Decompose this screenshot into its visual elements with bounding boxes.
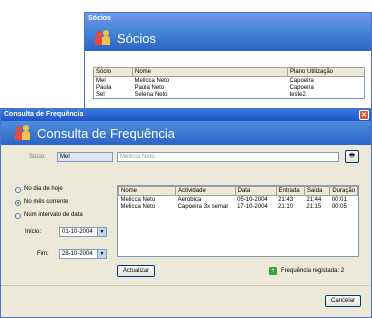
socios-window-title: Sócios [88,15,111,22]
col-plano[interactable]: Plano Utilização [287,67,365,77]
table-row[interactable]: Mel Melicca Neto Capoeira [94,77,365,85]
col-nome[interactable]: Nome [117,186,177,196]
people-icon [95,30,111,46]
fim-date-picker[interactable]: 28-10-2004 ▼ [59,249,107,259]
col-duracao[interactable]: Duração [329,186,358,196]
inicio-label: Início: [25,229,42,235]
chevron-down-icon[interactable]: ▼ [97,228,106,236]
frequencia-window-title: Consulta de Frequência [4,111,84,118]
cell-entrada: 21:10 [278,203,294,210]
cell-duracao: 00:01 [331,196,347,203]
col-nome[interactable]: Nome [132,67,288,77]
col-entrada[interactable]: Entrada [275,186,305,196]
frequencia-header-title: Consulta de Frequência [37,126,176,141]
socios-titlebar: Sócios [85,13,371,25]
cell-nome: Melicca Neto [120,196,156,203]
cell-socio: Paula [96,84,112,91]
cancel-button[interactable]: Cancelar [325,295,361,307]
cell-saida: 21:15 [306,203,322,210]
socios-window: Sócios Sócios Sócio Nome Plano Utilizaçã… [84,12,372,122]
radio-intervalo[interactable] [15,213,21,219]
socio-code-field[interactable]: Mel [57,152,113,162]
frequencia-status: Frequência registada: 2 [281,268,345,274]
footer-divider [1,285,371,286]
socio-name-field: Melicca Neto [117,152,339,162]
socios-table: Sócio Nome Plano Utilização Mel Melicca … [93,67,365,99]
cell-actividade: Aeróbica [177,196,202,203]
frequencia-window: Consulta de Frequência ✕ Consulta de Fre… [0,108,372,318]
cell-nome: Paula Neto [134,84,165,91]
print-button[interactable]: 🖶 [345,150,359,163]
status-ok-icon: + [269,267,277,275]
frequencia-table-header: Nome Actividade Data Entrada Saída Duraç… [117,186,358,196]
cell-nome: Selena Neto [134,91,168,98]
option-intervalo-label: Num intervalo de data [24,212,83,218]
radio-mes-corrente[interactable] [15,200,21,206]
table-row[interactable]: Melicca Neto Capoeira 3x semar 17-10-200… [119,203,358,210]
cell-data: 17-10-2004 [237,203,268,210]
option-hoje-label: No dia de hoje [24,186,63,192]
cell-saida: 21:44 [306,196,322,203]
option-mes-label: No mês corrente [24,199,69,205]
cell-socio: Sel [96,91,105,98]
col-saida[interactable]: Saída [303,186,331,196]
socios-table-header: Sócio Nome Plano Utilização [93,67,365,77]
cell-nome: Melicca Neto [120,203,156,210]
table-row[interactable]: Melicca Neto Aeróbica 05-10-2004 21:43 2… [119,196,358,204]
cell-plano: Capoeira [289,77,314,84]
fim-date-value: 28-10-2004 [62,251,93,257]
cell-socio: Mel [96,77,106,84]
frequencia-table: Nome Actividade Data Entrada Saída Duraç… [117,186,358,210]
col-actividade[interactable]: Actividade [175,186,236,196]
socio-label: Sócio: [29,154,46,160]
frequencia-titlebar: Consulta de Frequência ✕ [1,109,371,121]
people-icon [15,125,31,141]
cell-plano: teste2 [289,91,306,98]
col-data[interactable]: Data [234,186,277,196]
printer-icon: 🖶 [349,153,355,159]
cell-entrada: 21:43 [278,196,294,203]
cell-data: 05-10-2004 [237,196,268,203]
chevron-down-icon[interactable]: ▼ [97,250,106,258]
cell-actividade: Capoeira 3x semar [177,203,229,210]
inicio-date-picker[interactable]: 01-10-2004 ▼ [59,227,107,237]
table-row[interactable]: Sel Selena Neto teste2 [94,91,365,99]
fim-label: Fim: [37,251,49,257]
cell-nome: Melicca Neto [134,77,170,84]
col-socio[interactable]: Sócio [93,67,133,77]
cell-duracao: 00:05 [331,203,347,210]
cell-plano: Capoeira [289,84,314,91]
socios-header: Sócios [85,25,371,51]
inicio-date-value: 01-10-2004 [62,229,93,235]
radio-hoje[interactable] [15,187,21,193]
frequencia-header: Consulta de Frequência [1,121,371,145]
socios-header-title: Sócios [117,31,157,46]
table-row[interactable]: Paula Paula Neto Capoeira [94,84,365,91]
close-icon[interactable]: ✕ [359,110,369,120]
actualizar-button[interactable]: Actualizar [117,265,155,277]
